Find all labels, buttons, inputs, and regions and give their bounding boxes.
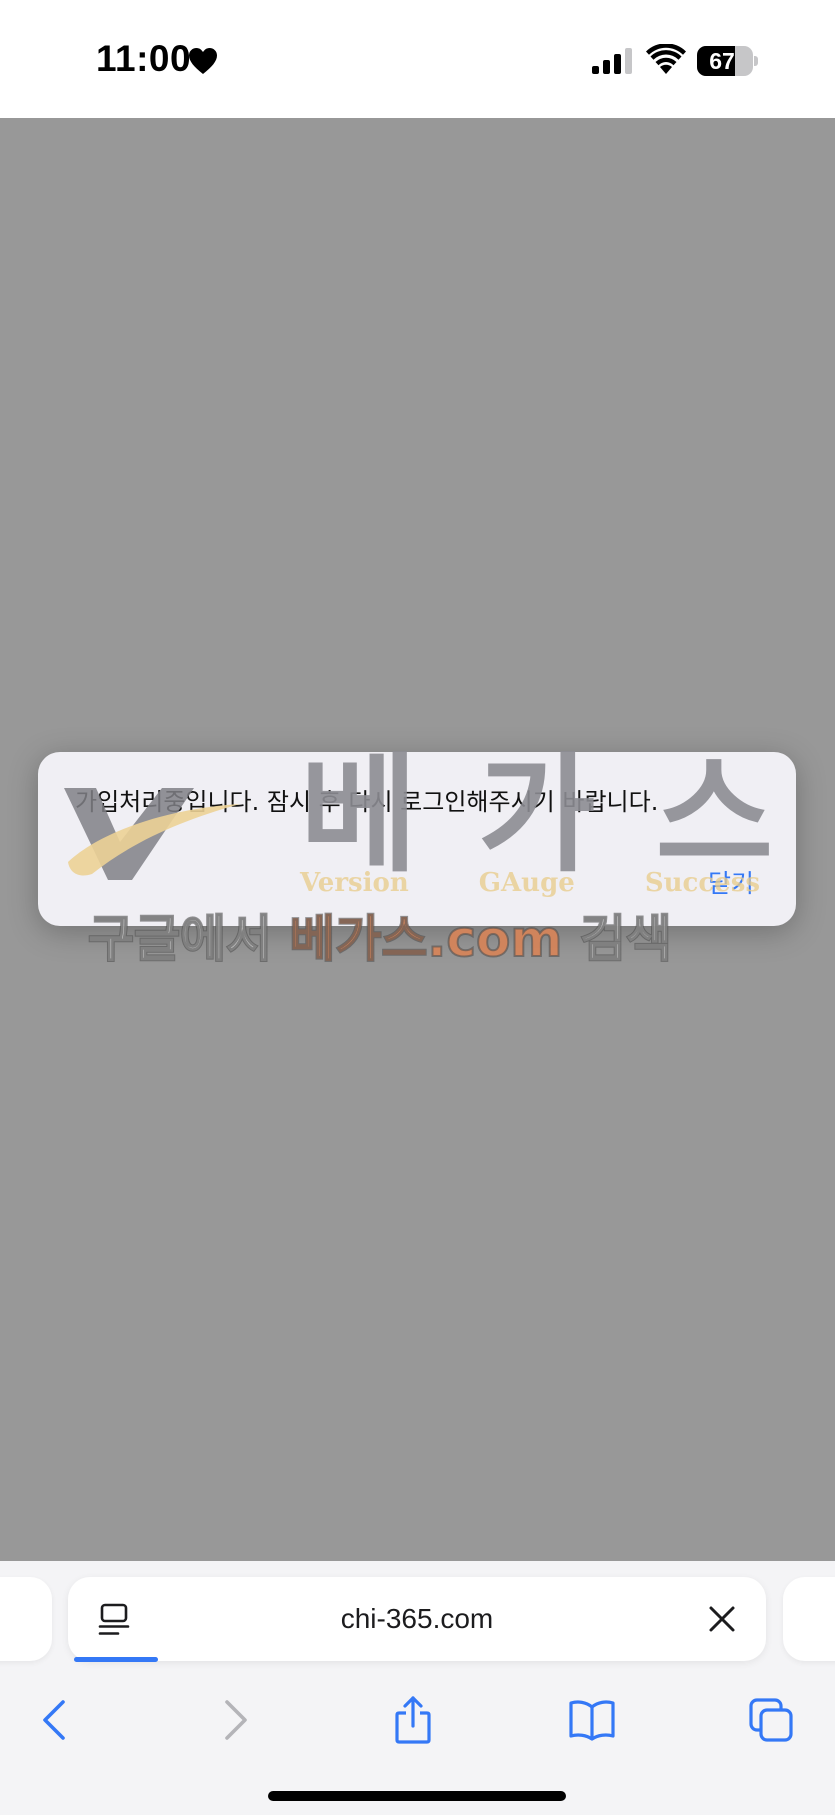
home-indicator[interactable] [268, 1791, 566, 1801]
alert-close-button[interactable]: 닫기 [708, 864, 754, 900]
wifi-icon [646, 44, 686, 74]
next-tab-card[interactable] [783, 1577, 835, 1661]
url-text[interactable]: chi-365.com [68, 1577, 766, 1661]
alert-dialog: 가입처리중입니다. 잠시 후 다시 로그인해주시기 바랍니다. 닫기 [38, 752, 796, 926]
bookmarks-icon [569, 1700, 615, 1741]
forward-button[interactable] [191, 1677, 281, 1763]
battery-icon: 67 [697, 46, 759, 76]
share-button[interactable] [368, 1677, 458, 1763]
address-bar[interactable]: chi-365.com [68, 1577, 766, 1662]
status-bar: 11:00 67 [0, 0, 835, 118]
previous-tab-card[interactable] [0, 1577, 52, 1661]
close-icon[interactable] [708, 1605, 736, 1633]
back-icon [43, 1700, 65, 1740]
share-icon [395, 1696, 431, 1744]
forward-icon [225, 1700, 247, 1740]
bookmarks-button[interactable] [547, 1677, 637, 1763]
cellular-signal-icon [592, 48, 632, 74]
heart-icon [189, 48, 217, 74]
tabs-icon [749, 1698, 793, 1742]
status-time: 11:00 [96, 38, 192, 79]
alert-message: 가입처리중입니다. 잠시 후 다시 로그인해주시기 바랍니다. [75, 788, 659, 816]
browser-bottom-bar: chi-365.com [0, 1561, 835, 1815]
back-button[interactable] [9, 1677, 99, 1763]
battery-percentage: 67 [709, 48, 735, 74]
tabs-button[interactable] [726, 1677, 816, 1763]
browser-toolbar [0, 1677, 835, 1763]
